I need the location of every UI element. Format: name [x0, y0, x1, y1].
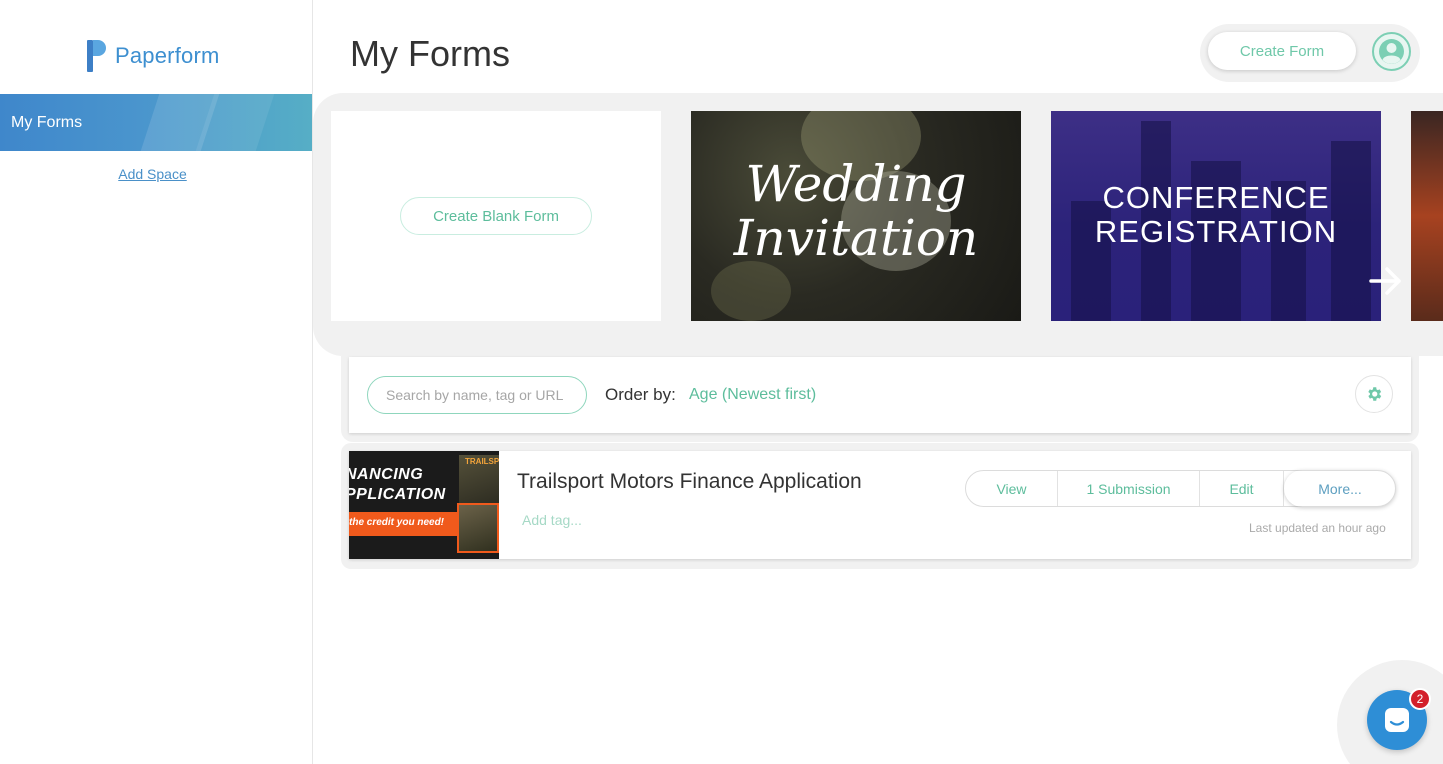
sidebar-item-label: My Forms [11, 114, 83, 131]
edit-button[interactable]: Edit [1200, 471, 1284, 506]
thumbnail-title-line: PPLICATION [349, 486, 446, 503]
template-title: CONFERENCE REGISTRATION [1051, 181, 1381, 249]
template-title-line: Invitation [733, 209, 979, 267]
template-title-line: Wedding [745, 155, 967, 213]
thumbnail-title-line: NANCING [349, 466, 424, 483]
form-thumbnail[interactable]: TRAILSP NANCING PPLICATION the credit yo… [349, 451, 499, 559]
blank-form-tile: Create Blank Form [331, 111, 661, 321]
gear-icon[interactable] [1355, 375, 1393, 413]
thumbnail-photo [457, 503, 499, 553]
add-tag-input[interactable]: Add tag... [522, 512, 582, 528]
template-partial[interactable] [1411, 111, 1443, 321]
order-by-label: Order by: [605, 385, 676, 404]
arrow-right-icon[interactable] [1367, 262, 1405, 300]
order-by-select[interactable]: Age (Newest first) [689, 386, 816, 404]
create-form-button[interactable]: Create Form [1208, 32, 1356, 70]
submissions-button[interactable]: 1 Submission [1058, 471, 1200, 506]
form-title[interactable]: Trailsport Motors Finance Application [517, 470, 862, 494]
template-conference-registration[interactable]: CONFERENCE REGISTRATION [1051, 111, 1381, 321]
sidebar: Paperform My Forms Add Space [0, 0, 313, 764]
sidebar-item-my-forms[interactable]: My Forms [0, 94, 312, 151]
view-button[interactable]: View [966, 471, 1058, 506]
thumbnail-title: NANCING PPLICATION [349, 465, 446, 505]
user-avatar-icon[interactable] [1372, 32, 1411, 71]
template-wedding-invitation[interactable]: Wedding Invitation [691, 111, 1021, 321]
create-blank-form-button[interactable]: Create Blank Form [400, 197, 592, 235]
logo-text: Paperform [115, 43, 220, 68]
thumbnail-tagline: the credit you need! [349, 517, 445, 528]
page-title: My Forms [350, 33, 510, 74]
add-space-link[interactable]: Add Space [0, 166, 305, 182]
template-carousel: Create Blank Form Wedding Invitation CON… [313, 93, 1443, 356]
paperform-logo-icon [87, 40, 106, 72]
template-title-line: REGISTRATION [1094, 214, 1338, 249]
more-button[interactable]: More... [1284, 470, 1396, 507]
notification-badge: 2 [1409, 688, 1431, 710]
template-title-line: CONFERENCE [1102, 180, 1330, 215]
paperform-logo[interactable]: Paperform [87, 40, 220, 72]
thumbnail-brand: TRAILSP [465, 457, 499, 466]
search-input[interactable] [367, 376, 587, 414]
last-updated-text: Last updated an hour ago [1249, 521, 1386, 535]
floral-decoration [711, 261, 791, 321]
form-actions: View 1 Submission Edit More... [965, 470, 1396, 507]
template-title: Wedding Invitation [691, 157, 1021, 265]
